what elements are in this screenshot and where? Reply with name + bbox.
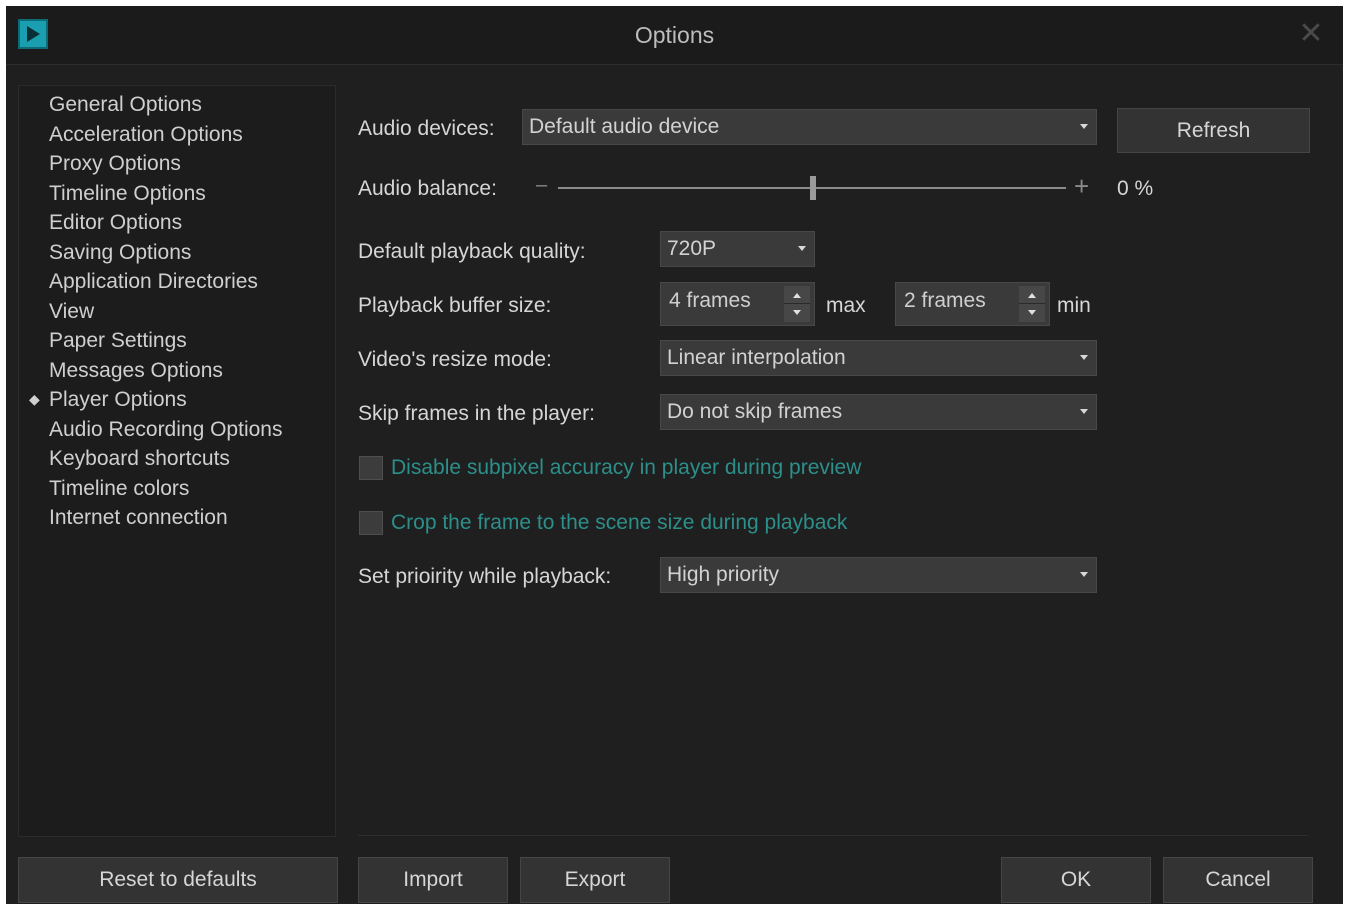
sidebar-item-view[interactable]: View	[19, 297, 335, 327]
balance-minus-icon[interactable]: –	[536, 174, 547, 197]
chevron-down-icon	[1080, 572, 1088, 577]
import-button[interactable]: Import	[358, 857, 508, 903]
sidebar-item-label: Saving Options	[49, 240, 192, 264]
sidebar-item-application-directories[interactable]: Application Directories	[19, 267, 335, 297]
skip-frames-value: Do not skip frames	[667, 400, 843, 423]
balance-plus-icon[interactable]: +	[1074, 171, 1089, 202]
cancel-button[interactable]: Cancel	[1163, 857, 1313, 903]
buffer-max-stepper[interactable]: 4 frames	[660, 282, 815, 326]
buffer-max-value: 4 frames	[669, 289, 751, 312]
ok-button[interactable]: OK	[1001, 857, 1151, 903]
chevron-up-icon[interactable]	[793, 293, 801, 298]
sidebar-item-label: General Options	[49, 93, 202, 116]
skip-frames-dropdown[interactable]: Do not skip frames	[660, 394, 1097, 430]
buffer-min-suffix: min	[1057, 294, 1091, 317]
default-quality-dropdown[interactable]: 720P	[660, 231, 815, 267]
audio-balance-slider-handle[interactable]	[810, 176, 816, 200]
audio-devices-value: Default audio device	[529, 115, 720, 138]
options-dialog: Options ✕ General Options Acceleration O…	[6, 6, 1343, 904]
resize-mode-value: Linear interpolation	[667, 346, 846, 369]
sidebar-item-acceleration-options[interactable]: Acceleration Options	[19, 120, 335, 150]
sidebar-item-audio-recording-options[interactable]: Audio Recording Options	[19, 415, 335, 445]
sidebar-item-label: Messages Options	[49, 358, 223, 382]
subpixel-checkbox-label[interactable]: Disable subpixel accuracy in player duri…	[391, 456, 861, 480]
chevron-down-icon	[1080, 355, 1088, 360]
sidebar-item-label: Application Directories	[49, 270, 258, 293]
sidebar-item-label: Keyboard shortcuts	[49, 447, 230, 470]
sidebar-item-player-options[interactable]: ◆ Player Options	[19, 385, 335, 415]
chevron-down-icon	[798, 246, 806, 251]
buffer-size-label: Playback buffer size:	[358, 294, 552, 317]
crop-frame-checkbox[interactable]	[359, 511, 383, 535]
dialog-title: Options	[634, 22, 715, 48]
sidebar-item-label: Player Options	[49, 388, 187, 411]
sidebar-item-label: Editor Options	[49, 211, 183, 234]
subpixel-checkbox[interactable]	[359, 456, 383, 480]
resize-mode-dropdown[interactable]: Linear interpolation	[660, 340, 1097, 376]
sidebar-item-messages-options[interactable]: Messages Options	[19, 356, 335, 386]
sidebar-item-label: Timeline colors	[49, 476, 190, 500]
options-category-list: General Options Acceleration Options Pro…	[18, 85, 336, 837]
audio-devices-dropdown[interactable]: Default audio device	[522, 109, 1097, 145]
footer-divider	[358, 835, 1308, 836]
sidebar-item-timeline-options[interactable]: Timeline Options	[19, 179, 335, 209]
sidebar-item-general-options[interactable]: General Options	[19, 90, 335, 120]
title-bar: Options ✕	[6, 6, 1343, 65]
chevron-down-icon[interactable]	[1028, 310, 1036, 315]
buffer-max-suffix: max	[826, 294, 866, 317]
resize-mode-label: Video's resize mode:	[358, 348, 552, 371]
sidebar-item-keyboard-shortcuts[interactable]: Keyboard shortcuts	[19, 444, 335, 474]
audio-devices-label: Audio devices:	[358, 117, 495, 140]
sidebar-item-saving-options[interactable]: Saving Options	[19, 238, 335, 268]
sidebar-item-label: Internet connection	[49, 506, 228, 529]
chevron-up-icon[interactable]	[1028, 293, 1036, 298]
priority-dropdown[interactable]: High priority	[660, 557, 1097, 593]
audio-balance-label: Audio balance:	[358, 177, 497, 200]
chevron-down-icon	[1080, 124, 1088, 129]
buffer-min-value: 2 frames	[904, 289, 986, 312]
sidebar-item-label: View	[49, 299, 95, 323]
sidebar-item-label: Paper Settings	[49, 329, 187, 352]
audio-balance-value: 0 %	[1117, 177, 1154, 200]
sidebar-item-editor-options[interactable]: Editor Options	[19, 208, 335, 238]
sidebar-item-label: Audio Recording Options	[49, 417, 283, 441]
stepper-arrows[interactable]	[784, 286, 810, 322]
sidebar-item-internet-connection[interactable]: Internet connection	[19, 503, 335, 533]
reset-to-defaults-button[interactable]: Reset to defaults	[18, 857, 338, 903]
refresh-button[interactable]: Refresh	[1117, 108, 1310, 153]
sidebar-item-proxy-options[interactable]: Proxy Options	[19, 149, 335, 179]
chevron-down-icon[interactable]	[793, 310, 801, 315]
selected-bullet-icon: ◆	[29, 391, 40, 407]
chevron-down-icon	[1080, 409, 1088, 414]
close-icon[interactable]: ✕	[1297, 19, 1325, 49]
skip-frames-label: Skip frames in the player:	[358, 402, 595, 425]
priority-value: High priority	[667, 563, 780, 586]
sidebar-item-paper-settings[interactable]: Paper Settings	[19, 326, 335, 356]
buffer-min-stepper[interactable]: 2 frames	[895, 282, 1050, 326]
sidebar-item-timeline-colors[interactable]: Timeline colors	[19, 474, 335, 504]
sidebar-item-label: Proxy Options	[49, 152, 181, 175]
crop-frame-checkbox-label[interactable]: Crop the frame to the scene size during …	[391, 511, 847, 535]
sidebar-item-label: Acceleration Options	[49, 122, 243, 146]
priority-label: Set prioirity while playback:	[358, 565, 612, 588]
stepper-arrows[interactable]	[1019, 286, 1045, 322]
sidebar-item-label: Timeline Options	[49, 181, 206, 205]
export-button[interactable]: Export	[520, 857, 670, 903]
default-quality-value: 720P	[667, 237, 717, 260]
default-quality-label: Default playback quality:	[358, 240, 586, 263]
